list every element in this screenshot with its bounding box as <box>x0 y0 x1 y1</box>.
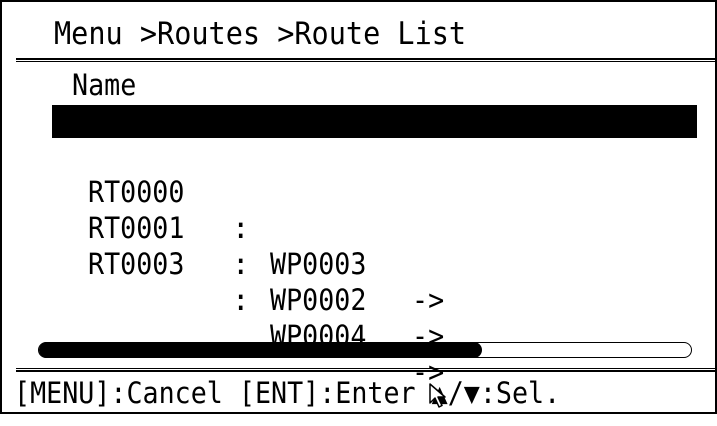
route-separator: : <box>232 283 250 317</box>
route-waypoint: WP0002 <box>270 283 367 317</box>
route-waypoint: WP0003 <box>270 247 367 281</box>
list-item-new[interactable]: [New] <box>52 105 697 171</box>
column-header-name: Name <box>72 68 137 102</box>
route-arrow: -> <box>412 283 445 317</box>
route-list-screen: Menu >Routes >Route List Name [New] RT00… <box>0 0 717 414</box>
footer-divider <box>16 368 716 372</box>
key-hint-bar: [MENU]:Cancel [ENT]:Enter ▲/▼:Sel. <box>14 376 561 410</box>
breadcrumb: Menu >Routes >Route List <box>54 16 467 52</box>
list-item[interactable]: RT0000 : WP0003 -> <box>52 138 697 317</box>
horizontal-scrollbar[interactable] <box>38 342 692 358</box>
list-item[interactable]: RT0003 : WP0004 -> <box>52 210 697 389</box>
list-item[interactable]: RT0001 : WP0002 -> <box>52 174 697 353</box>
scrollbar-thumb[interactable] <box>39 342 483 358</box>
route-name: RT0003 <box>88 247 185 281</box>
route-list: [New] RT0000 : WP0003 -> RT0001 : WP0002… <box>52 105 697 389</box>
route-separator: : <box>232 247 250 281</box>
header-divider <box>16 58 716 62</box>
mouse-pointer-icon <box>429 383 446 408</box>
